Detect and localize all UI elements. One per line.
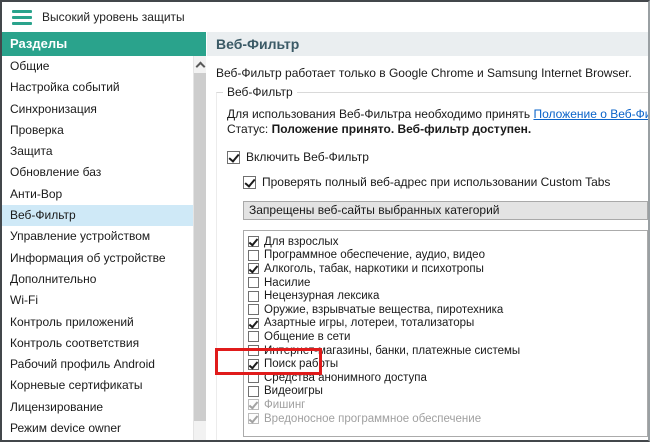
checkbox-icon[interactable] [248, 317, 259, 329]
category-label: Интернет-магазины, банки, платежные сист… [264, 344, 521, 357]
sidebar-item[interactable]: Общие [2, 56, 193, 77]
agreement-line: Для использования Веб-Фильтра необходимо… [227, 107, 648, 122]
agreement-text: Для использования Веб-Фильтра необходимо… [227, 107, 534, 121]
agreement-link[interactable]: Положение о Веб-Фильтре [533, 107, 648, 121]
enable-webfilter-label: Включить Веб-Фильтр [246, 150, 369, 164]
category-label: Азартные игры, лотереи, тотализаторы [264, 317, 475, 330]
sidebar-item[interactable]: Веб-Фильтр [2, 205, 193, 227]
category-row: Фишинг [248, 398, 647, 412]
category-row[interactable]: Программное обеспечение, аудио, видео [248, 249, 647, 263]
checkbox-icon[interactable] [248, 290, 259, 302]
category-row: Вредоносное программное обеспечение [248, 412, 647, 426]
webfilter-groupbox: Веб-Фильтр Для использования Веб-Фильтра… [216, 85, 648, 440]
category-label: Поиск работы [264, 358, 339, 371]
menu-icon[interactable] [12, 9, 32, 25]
content-panel: Веб-Фильтр Веб-Фильтр работает только в … [206, 32, 648, 440]
topbar: Высокий уровень защиты [2, 2, 648, 32]
checkbox-icon[interactable] [248, 236, 259, 248]
sidebar-item[interactable]: Корневые сертификаты [2, 375, 193, 396]
category-label: Программное обеспечение, аудио, видео [264, 249, 485, 262]
category-row[interactable]: Для взрослых [248, 235, 647, 249]
sidebar-item[interactable]: Синхронизация [2, 99, 193, 120]
check-full-url-label: Проверять полный веб-адрес при использов… [262, 175, 611, 189]
checkbox-icon[interactable] [248, 249, 259, 261]
sidebar-item[interactable]: Лицензирование [2, 397, 193, 418]
category-row[interactable]: Поиск работы [248, 357, 647, 371]
scrollbar-thumb[interactable] [194, 73, 206, 421]
category-row[interactable]: Видеоигры [248, 385, 647, 399]
category-row[interactable]: Оружие, взрывчатые вещества, пиротехника [248, 303, 647, 317]
category-label: Видеоигры [264, 385, 323, 398]
category-label: Насилие [264, 276, 311, 289]
category-row[interactable]: Насилие [248, 276, 647, 290]
category-row[interactable]: Алкоголь, табак, наркотики и психотропы [248, 262, 647, 276]
category-label: Вредоносное программное обеспечение [264, 412, 482, 425]
page-title: Веб-Фильтр [207, 32, 648, 56]
checkbox-icon[interactable] [248, 358, 259, 370]
security-level-title: Высокий уровень защиты [42, 10, 185, 24]
scroll-up-button[interactable] [194, 56, 206, 72]
groupbox-legend: Веб-Фильтр [223, 85, 297, 99]
status-value: Положение принято. Веб-фильтр доступен. [271, 122, 532, 136]
sidebar: Разделы Общие Настройка событий Синхрониза… [2, 32, 206, 440]
category-label: Общение в сети [264, 330, 351, 343]
category-label: Оружие, взрывчатые вещества, пиротехника [264, 303, 504, 316]
category-row[interactable]: Интернет-магазины, банки, платежные сист… [248, 344, 647, 358]
checkbox-icon[interactable] [248, 345, 259, 357]
category-label: Фишинг [264, 398, 306, 411]
checkbox-icon[interactable] [248, 277, 259, 289]
category-row[interactable]: Азартные игры, лотереи, тотализаторы [248, 317, 647, 331]
sidebar-item[interactable]: Информация об устройстве [2, 248, 193, 269]
sidebar-item[interactable]: Обновление баз [2, 162, 193, 183]
block-mode-dropdown[interactable]: Запрещены веб-сайты выбранных категорий [243, 201, 648, 220]
category-label: Алкоголь, табак, наркотики и психотропы [264, 262, 484, 275]
sidebar-item[interactable]: Проверка [2, 120, 193, 141]
checkbox-icon[interactable] [248, 304, 259, 316]
sidebar-item[interactable]: Настройка событий [2, 77, 193, 98]
sidebar-scrollbar[interactable] [193, 56, 206, 440]
checkbox-icon[interactable] [248, 372, 259, 384]
category-row[interactable]: Общение в сети [248, 330, 647, 344]
sidebar-header: Разделы [2, 32, 206, 56]
sidebar-item[interactable]: Wi-Fi [2, 290, 193, 311]
category-label: Для взрослых [264, 235, 339, 248]
sidebar-item[interactable]: Защита [2, 141, 193, 162]
settings-window: Высокий уровень защиты Разделы Общие Наст… [0, 0, 650, 442]
sidebar-item-list: Общие Настройка событий Синхронизация Прове… [2, 56, 193, 440]
checkbox-icon[interactable] [248, 385, 259, 397]
category-list: Для взрослых Программное обеспечение, ауд… [243, 230, 648, 437]
category-row[interactable]: Нецензурная лексика [248, 289, 647, 303]
check-full-url-checkbox[interactable]: Проверять полный веб-адрес при использов… [243, 172, 648, 192]
category-row[interactable]: Средства анонимного доступа [248, 371, 647, 385]
status-label: Статус: [227, 122, 272, 136]
sidebar-item[interactable]: Рабочий профиль Android [2, 354, 193, 375]
sidebar-item[interactable]: Контроль приложений [2, 312, 193, 333]
sidebar-item[interactable]: Режим device owner [2, 418, 193, 439]
sidebar-item[interactable]: Контроль соответствия [2, 333, 193, 354]
checkbox-icon[interactable] [248, 331, 259, 343]
sidebar-item[interactable]: Дополнительно [2, 269, 193, 290]
browser-support-note: Веб-Фильтр работает только в Google Chro… [216, 66, 632, 80]
checkbox-icon[interactable] [227, 150, 240, 164]
category-label: Средства анонимного доступа [264, 371, 427, 384]
enable-webfilter-checkbox[interactable]: Включить Веб-Фильтр [227, 147, 648, 167]
checkbox-icon [248, 399, 259, 411]
category-label: Нецензурная лексика [264, 290, 380, 303]
checkbox-icon[interactable] [243, 175, 256, 189]
status-line: Статус: Положение принято. Веб-фильтр до… [227, 122, 648, 137]
sidebar-item[interactable]: Анти-Вор [2, 184, 193, 205]
sidebar-item[interactable]: Управление устройством [2, 226, 193, 247]
checkbox-icon[interactable] [248, 263, 259, 275]
checkbox-icon [248, 413, 259, 425]
